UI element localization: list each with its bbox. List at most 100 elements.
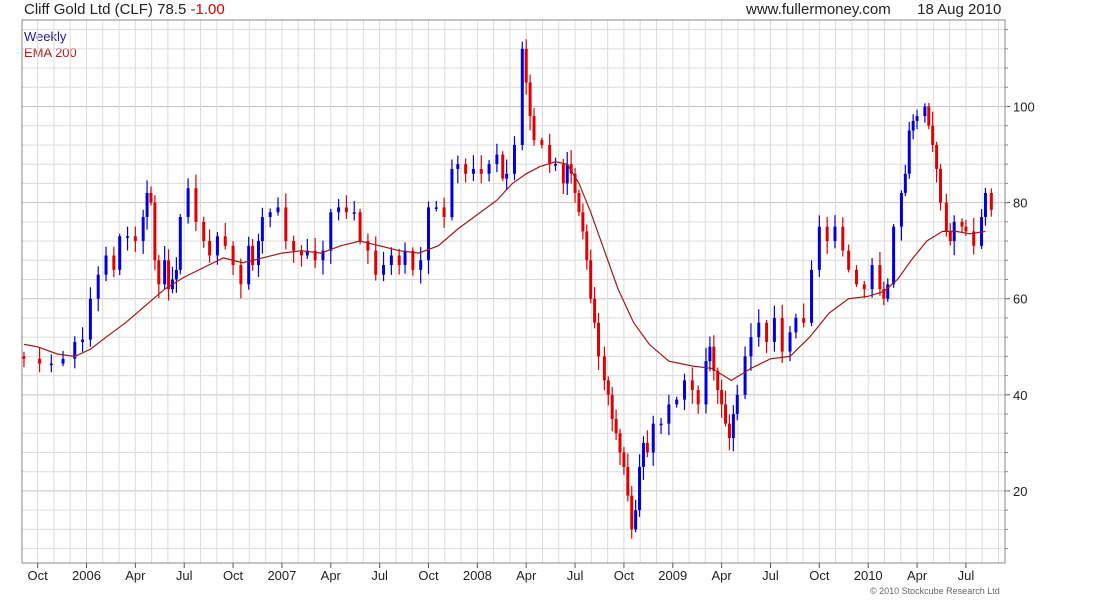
candle-body <box>247 245 251 285</box>
candle-body <box>641 442 645 467</box>
candle-body <box>268 212 272 218</box>
candle-body <box>841 226 845 251</box>
candle-body <box>419 260 423 270</box>
x-tick-label: Oct <box>809 568 830 583</box>
x-tick-label: Jul <box>762 568 779 583</box>
candle-body <box>208 241 212 256</box>
candle-body <box>38 358 42 364</box>
x-tick-label: Apr <box>712 568 733 583</box>
candle-body <box>716 370 720 391</box>
x-tick-label: Oct <box>223 568 244 583</box>
candle-body <box>878 265 882 290</box>
candle-body <box>960 221 964 227</box>
candle-body <box>112 255 116 270</box>
candle-body <box>585 231 589 261</box>
candle-body <box>157 260 161 285</box>
candle-body <box>456 164 460 169</box>
candle-body <box>802 317 806 323</box>
candle-body <box>731 414 735 439</box>
candle-body <box>251 245 255 266</box>
candle-body <box>593 298 597 323</box>
candle-body <box>944 202 948 232</box>
x-tick-label: Oct <box>614 568 635 583</box>
candle-body <box>194 188 198 222</box>
candle-body <box>337 207 341 213</box>
candle-body <box>532 116 536 141</box>
x-tick-label: Jul <box>567 568 584 583</box>
candle-body <box>602 356 606 381</box>
candle-body <box>174 269 178 280</box>
candle-body <box>618 433 622 453</box>
candle-body <box>667 404 671 424</box>
x-tick-label: 2006 <box>72 568 101 583</box>
candle-body <box>411 250 415 270</box>
candle-body <box>145 192 149 218</box>
candle-body <box>426 207 430 261</box>
x-tick-label: 2008 <box>463 568 492 583</box>
y-tick-label: 20 <box>1013 484 1027 499</box>
candle-body <box>597 322 601 357</box>
candle-body <box>735 394 739 415</box>
candle-body <box>561 164 565 184</box>
candle-body <box>610 394 614 419</box>
candle-body <box>927 106 931 126</box>
candle-body <box>581 212 585 232</box>
plot-frame <box>21 19 1006 564</box>
candle-body <box>501 154 505 179</box>
candle-body <box>854 269 858 285</box>
candle-body <box>389 255 393 266</box>
candle-body <box>989 192 993 210</box>
candle-body <box>757 322 761 338</box>
candle-body <box>163 260 167 285</box>
candle-body <box>788 332 792 352</box>
y-tick-label: 60 <box>1013 292 1027 307</box>
candle-body <box>167 260 171 290</box>
candle-body <box>464 164 468 174</box>
candle-body <box>772 317 776 342</box>
candle-body <box>22 356 26 359</box>
candle-body <box>524 48 528 83</box>
y-tick-label: 40 <box>1013 388 1027 403</box>
candle-body <box>923 106 927 117</box>
candle-body <box>749 337 753 357</box>
candle-body <box>626 466 630 496</box>
y-tick-label: 100 <box>1013 99 1035 114</box>
candle-body <box>899 192 903 227</box>
candle-body <box>284 207 288 242</box>
candle-body <box>554 164 558 166</box>
candle-body <box>329 212 333 251</box>
candle-body <box>61 358 65 364</box>
candle-body <box>520 48 524 145</box>
copyright: © 2010 Stockcube Research Ltd <box>870 586 1000 596</box>
candle-body <box>948 231 952 242</box>
x-tick-label: Apr <box>907 568 928 583</box>
x-tick-label: Oct <box>418 568 439 583</box>
candle-body <box>638 466 642 511</box>
candle-body <box>622 452 626 467</box>
candle-body <box>630 495 634 530</box>
candle-body <box>712 346 716 371</box>
candle-body <box>397 255 401 266</box>
candle-body <box>276 207 280 213</box>
candle-body <box>964 226 968 232</box>
candle-body <box>450 168 454 218</box>
candle-body <box>765 322 769 342</box>
candle-body <box>202 221 206 242</box>
candle-body <box>614 418 618 434</box>
candle-body <box>344 207 348 213</box>
x-tick-label: Jul <box>176 568 193 583</box>
candle-body <box>915 116 919 121</box>
candle-body <box>178 217 182 270</box>
candle-body <box>215 236 219 256</box>
candle-body <box>634 510 638 530</box>
x-tick-label: Apr <box>125 568 146 583</box>
candle-body <box>403 250 407 266</box>
candle-body <box>724 404 728 424</box>
candle-body <box>495 154 499 165</box>
candle-body <box>153 202 157 261</box>
candle-body <box>512 144 516 174</box>
candle-body <box>743 356 747 395</box>
candle-body <box>794 317 798 333</box>
candle-body <box>935 144 939 169</box>
candle-body <box>862 284 866 290</box>
